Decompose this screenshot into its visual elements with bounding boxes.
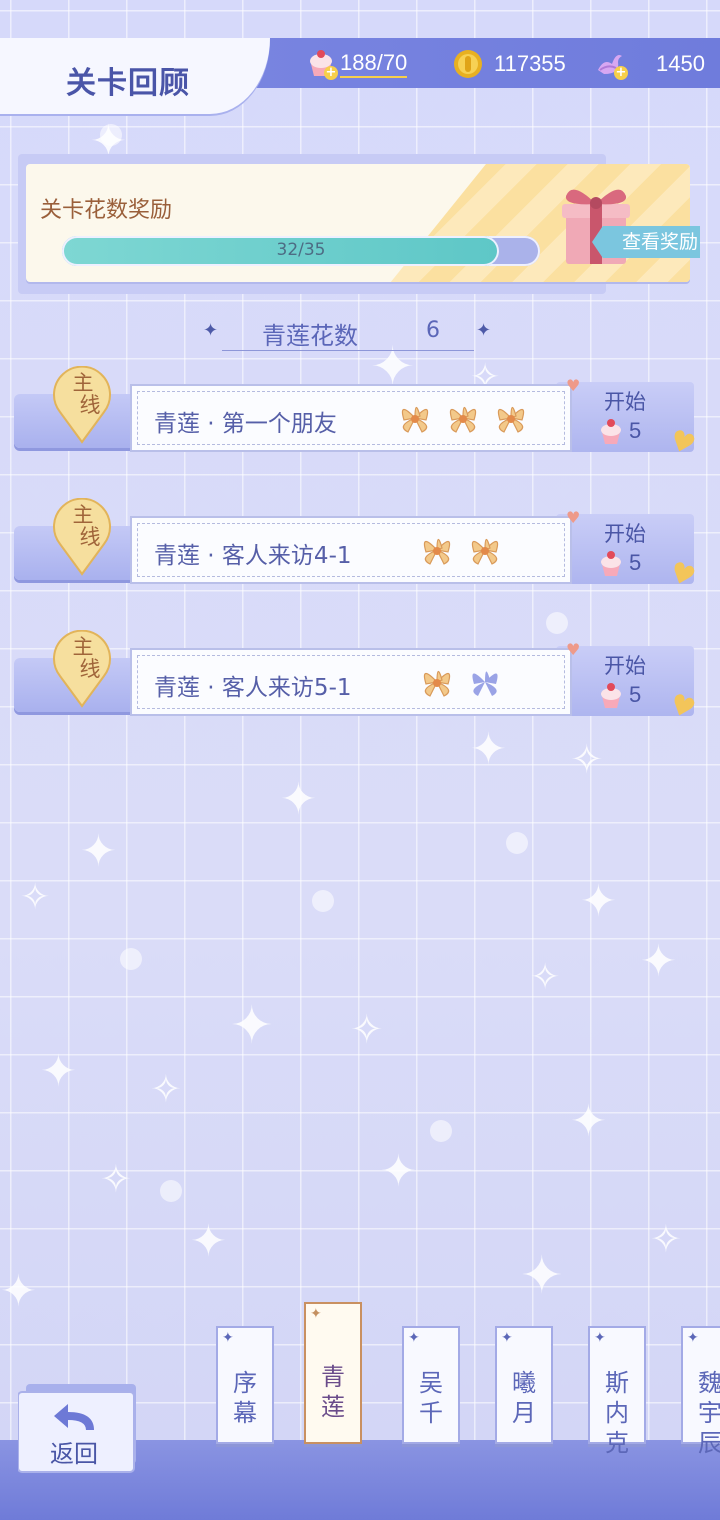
chapter-tab[interactable]: ✦ 曦 月 (495, 1326, 553, 1444)
back-label: 返回 (50, 1440, 98, 1468)
start-label: 开始 (604, 522, 646, 546)
sparkle-icon: ✦ (501, 1330, 513, 1346)
flower-icon (414, 660, 460, 704)
badge-label: 主线 (72, 503, 101, 549)
swan-icon: + (594, 48, 634, 80)
chapter-tab-label: 斯 内 克 (605, 1369, 629, 1457)
badge-label: 主线 (72, 635, 101, 681)
level-row[interactable]: 主线 青莲 · 第一个朋友 开始 5 ♥ ♥ (14, 366, 700, 462)
cupcake-icon (598, 682, 624, 714)
sparkle-icon: ✦ (203, 320, 219, 341)
level-row[interactable]: 主线 青莲 · 客人来访4-1 开始 5 ♥ ♥ (14, 498, 700, 594)
sparkle-icon: ✦ (222, 1330, 234, 1346)
sparkle-icon: ✦ (476, 320, 492, 341)
chapter-tab-label: 青 莲 (321, 1363, 345, 1421)
start-label: 开始 (604, 390, 646, 414)
heart-icon: ♥ (566, 640, 581, 659)
coin-icon (452, 48, 488, 80)
flower-icon (462, 660, 508, 704)
heart-icon: ♥ (566, 508, 581, 527)
start-label: 开始 (604, 654, 646, 678)
diamond-counter[interactable]: + 1450 (594, 48, 705, 80)
flower-icon (392, 396, 438, 440)
chapter-tab[interactable]: ✦ 魏 宇 辰 (681, 1326, 720, 1457)
stamina-cost: 5 (629, 550, 642, 575)
chapter-tab-label: 序 幕 (233, 1369, 257, 1427)
stamina-counter[interactable]: + 188/70 (306, 48, 408, 80)
flower-icon (488, 396, 534, 440)
flower-icon (462, 528, 508, 572)
stamina-cost: 5 (629, 682, 642, 707)
chapter-tab[interactable]: ✦ 序 幕 (216, 1326, 274, 1444)
chapter-tab-label: 曦 月 (512, 1369, 536, 1427)
chapter-tab-label: 魏 宇 辰 (698, 1369, 720, 1457)
flower-icon (414, 528, 460, 572)
page-title: 关卡回顾 (66, 66, 190, 101)
coin-counter[interactable]: 117355 (452, 48, 566, 80)
badge-label: 主线 (72, 371, 101, 417)
cupcake-icon (598, 550, 624, 582)
sparkle-icon: ✦ (687, 1330, 699, 1346)
coin-value: 117355 (494, 51, 566, 76)
stamina-cost: 5 (629, 418, 642, 443)
cupcake-icon (598, 418, 624, 450)
chapter-tab[interactable]: ✦ 吴 千 (402, 1326, 460, 1444)
level-row[interactable]: 主线 青莲 · 客人来访5-1 开始 5 ♥ ♥ (14, 630, 700, 726)
heart-icon: ♥ (566, 376, 581, 395)
cupcake-icon: + (306, 48, 340, 80)
level-name: 青莲 · 客人来访5-1 (154, 675, 352, 701)
level-name: 青莲 · 第一个朋友 (154, 411, 337, 437)
flower-icon (440, 396, 486, 440)
view-reward-button[interactable]: 查看奖励 (592, 226, 700, 258)
flower-count-label: 青莲花数 (262, 322, 358, 350)
reward-title: 关卡花数奖励 (40, 198, 173, 223)
stamina-value: 188/70 (340, 50, 408, 78)
chapter-tab[interactable]: ✦ 青 莲 (304, 1302, 362, 1444)
sparkle-icon: ✦ (594, 1330, 606, 1346)
reward-progress-text: 32/35 (276, 240, 326, 260)
flower-count-value: 6 (426, 318, 440, 343)
sparkle-icon: ✦ (408, 1330, 420, 1346)
chapter-tab-label: 吴 千 (419, 1369, 443, 1427)
chapter-tab[interactable]: ✦ 斯 内 克 (588, 1326, 646, 1457)
diamond-value: 1450 (656, 51, 705, 76)
level-name: 青莲 · 客人来访4-1 (154, 543, 352, 569)
sparkle-icon: ✦ (310, 1306, 322, 1322)
